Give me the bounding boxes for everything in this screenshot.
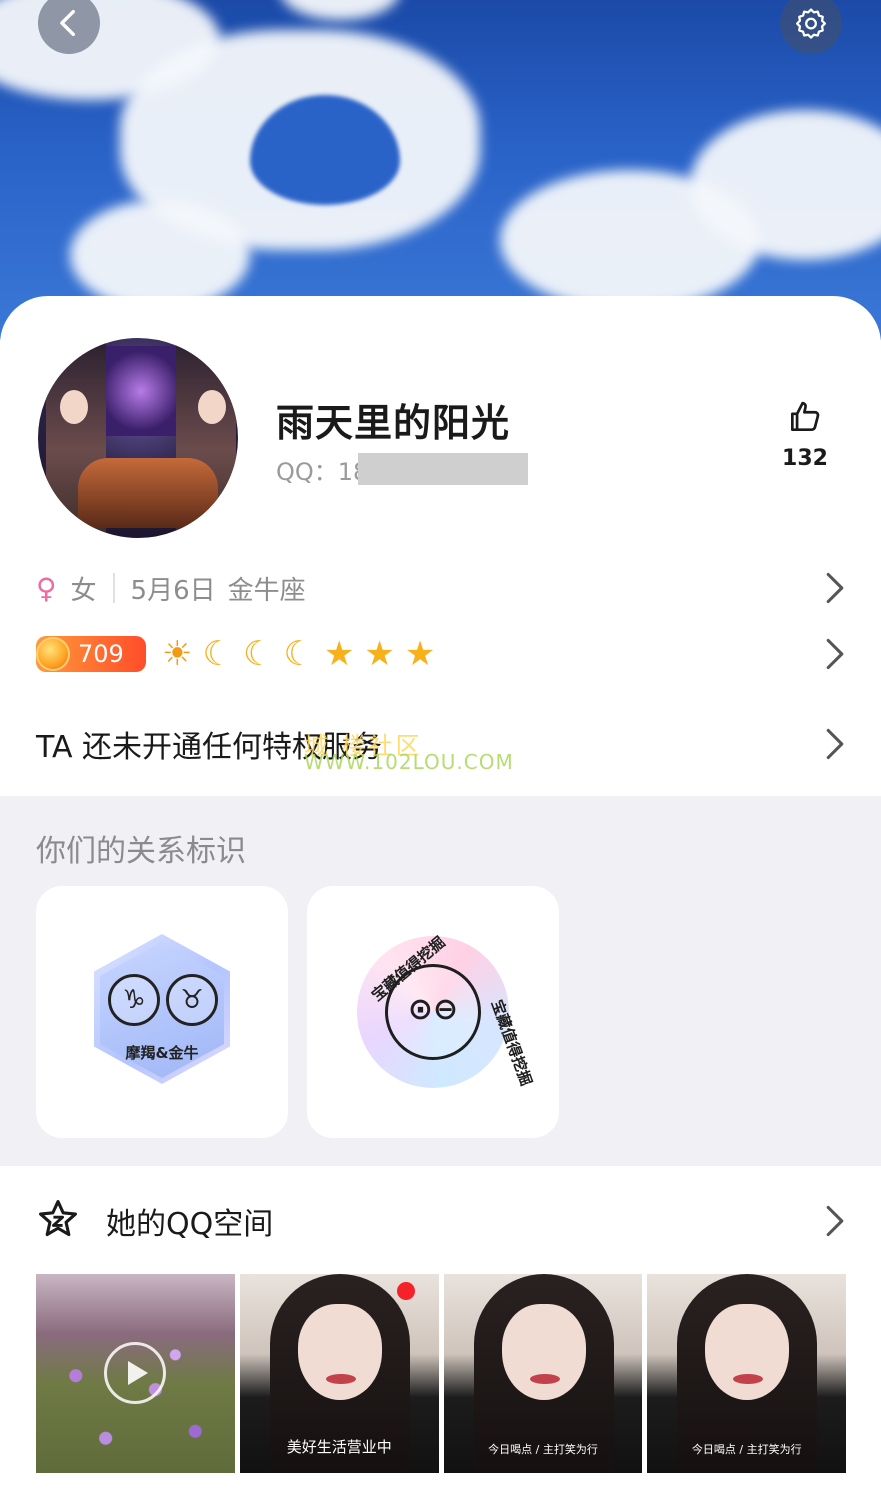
photo-caption: 美好生活营业中 [286, 1438, 392, 1456]
avatar[interactable] [36, 336, 240, 540]
cover-image[interactable] [0, 0, 881, 340]
divider [112, 573, 115, 603]
smiley-face-icon: ⊙⊖ [407, 992, 459, 1027]
chevron-right-icon [826, 638, 844, 670]
sun-icon: ☀ [162, 634, 193, 674]
qzone-title: 她的QQ空间 [106, 1207, 274, 1242]
level-number: 709 [78, 640, 124, 668]
qq-number: QQ：18 [276, 458, 369, 486]
watermark-url: WWW.102LOU.COM [304, 750, 514, 774]
basic-info-row[interactable]: ♀ 女 5月6日 金牛座 [36, 566, 846, 610]
star-icon: ★ [404, 634, 436, 674]
new-indicator-dot [396, 1282, 415, 1300]
photo-caption: 今日喝点 / 主打笑为行 [691, 1443, 802, 1456]
capricorn-icon: ♑ [108, 974, 160, 1026]
qzone-photo-thumb[interactable]: 今日喝点 / 主打笑为行 [647, 1274, 846, 1473]
constellation-text: 金牛座 [227, 575, 306, 606]
moon-icon: ☾ [242, 634, 274, 674]
qzone-thumbnails: 美好生活营业中 今日喝点 / 主打笑为行 今日喝点 / 主打笑为行 [36, 1274, 846, 1474]
chevron-right-icon [826, 572, 844, 604]
chevron-right-icon [826, 1205, 844, 1237]
profile-name: 雨天里的阳光 [276, 401, 511, 445]
qq-redaction [358, 453, 528, 485]
relations-title: 你们的关系标识 [36, 834, 246, 869]
level-coin-icon [36, 637, 70, 671]
relation-badge-zodiac[interactable]: ♑ ♉ 摩羯&金牛 [36, 886, 288, 1138]
qzone-photo-thumb[interactable]: 美好生活营业中 [239, 1274, 439, 1473]
level-badge: 709 [36, 636, 146, 672]
thumbs-up-icon [790, 401, 820, 432]
chevron-left-icon [60, 9, 75, 37]
level-row[interactable]: 709 ☀ ☾ ☾ ☾ ★ ★ ★ [36, 632, 846, 676]
chevron-right-icon [826, 728, 844, 760]
like-button[interactable]: 132 [772, 398, 838, 471]
birthday-text: 5月6日 [130, 575, 216, 606]
gear-icon [795, 8, 827, 39]
qzone-photo-thumb[interactable]: 今日喝点 / 主打笑为行 [443, 1274, 643, 1473]
female-icon: ♀ [36, 571, 57, 605]
taurus-icon: ♉ [166, 974, 218, 1026]
play-icon [104, 1342, 166, 1404]
moon-icon: ☾ [283, 634, 314, 674]
zodiac-badge-label: 摩羯&金牛 [125, 1044, 199, 1062]
star-icon: ★ [364, 634, 395, 674]
relation-badge-treasure[interactable]: 宝藏值得挖掘 宝藏值得挖掘 ⊙⊖ [307, 886, 559, 1138]
like-count: 132 [782, 446, 828, 471]
gender-text: 女 [70, 575, 97, 606]
qzone-row[interactable]: 她的QQ空间 [36, 1196, 846, 1246]
qzone-video-thumb[interactable] [36, 1274, 235, 1473]
photo-caption: 今日喝点 / 主打笑为行 [488, 1443, 598, 1456]
star-icon: ★ [323, 634, 355, 674]
moon-icon: ☾ [202, 634, 233, 674]
qzone-star-icon [36, 1197, 80, 1245]
level-icons: ☀ ☾ ☾ ☾ ★ ★ ★ [162, 637, 445, 671]
